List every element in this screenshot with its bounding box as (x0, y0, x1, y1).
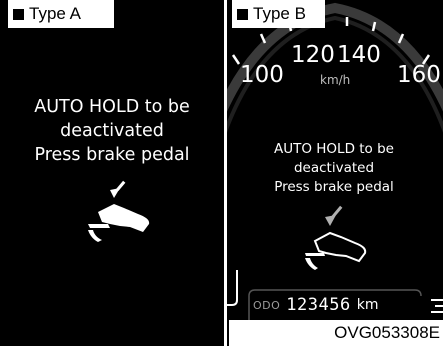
speed-tick-140: 140 (337, 42, 381, 68)
figure-code: OVG053308E (229, 320, 443, 346)
odometer: ODO 123456 km (253, 292, 378, 318)
foot-on-brake-pedal-icon (88, 180, 150, 242)
type-b-display: 100 120 140 160 km/h Type B AUTO HOLD to… (227, 0, 443, 346)
type-a-label: Type A (8, 0, 114, 28)
speed-tick-120: 120 (291, 42, 335, 68)
odometer-label: ODO (253, 298, 281, 312)
auto-hold-message: AUTO HOLD to be deactivated Press brake … (249, 140, 419, 197)
foot-on-brake-pedal-icon (305, 205, 367, 270)
message-line-3: Press brake pedal (34, 145, 190, 165)
odometer-unit: km (356, 297, 379, 313)
speed-tick-100: 100 (240, 62, 284, 88)
speed-unit: km/h (320, 73, 351, 87)
type-b-label-text: Type B (253, 4, 306, 23)
type-b-label: Type B (232, 0, 325, 28)
message-line-2: deactivated (293, 160, 375, 176)
message-line-1: AUTO HOLD to be (274, 141, 394, 157)
square-bullet-icon (13, 8, 24, 20)
message-line-1: AUTO HOLD to be (34, 97, 190, 117)
message-line-2: deactivated (60, 121, 164, 141)
type-a-display: Type A AUTO HOLD to be deactivated Press… (0, 0, 224, 346)
odometer-value: 123456 (286, 295, 351, 315)
message-line-3: Press brake pedal (274, 179, 394, 195)
speed-tick-160: 160 (397, 62, 441, 88)
type-a-label-text: Type A (29, 4, 81, 23)
square-bullet-icon (237, 8, 248, 20)
auto-hold-message: AUTO HOLD to be deactivated Press brake … (0, 95, 224, 167)
